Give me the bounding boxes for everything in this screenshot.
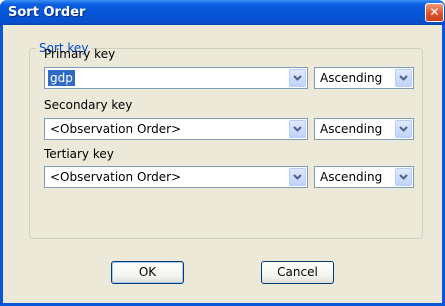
window-title: Sort Order [8,5,86,20]
dialog-body: Sort key Primary key gdp Ascending Secon… [3,25,442,303]
chevron-down-icon[interactable] [289,69,306,87]
ok-button[interactable]: OK [111,261,184,284]
title-bar[interactable]: Sort Order ✕ [0,0,445,25]
tertiary-key-field-select[interactable]: <Observation Order> [44,166,308,188]
close-button[interactable]: ✕ [425,3,444,22]
chevron-down-icon[interactable] [289,120,306,138]
primary-key-field-select[interactable]: gdp [44,67,308,89]
primary-key-order-value: Ascending [320,71,383,85]
cancel-button[interactable]: Cancel [261,261,334,284]
tertiary-key-order-value: Ascending [320,170,383,184]
secondary-key-field-value: <Observation Order> [50,122,182,136]
primary-key-label: Primary key [44,47,116,61]
close-icon: ✕ [429,5,440,19]
tertiary-key-field-value: <Observation Order> [50,170,182,184]
secondary-key-field-select[interactable]: <Observation Order> [44,118,308,140]
sort-order-dialog: Sort Order ✕ Sort key Primary key gdp As… [0,0,445,306]
primary-key-order-select[interactable]: Ascending [314,67,414,89]
chevron-down-icon[interactable] [289,168,306,186]
secondary-key-order-value: Ascending [320,122,383,136]
tertiary-key-label: Tertiary key [44,147,114,161]
tertiary-key-order-select[interactable]: Ascending [314,166,414,188]
chevron-down-icon[interactable] [395,69,412,87]
primary-key-field-value: gdp [48,70,75,86]
secondary-key-label: Secondary key [44,98,133,112]
secondary-key-order-select[interactable]: Ascending [314,118,414,140]
chevron-down-icon[interactable] [395,120,412,138]
chevron-down-icon[interactable] [395,168,412,186]
